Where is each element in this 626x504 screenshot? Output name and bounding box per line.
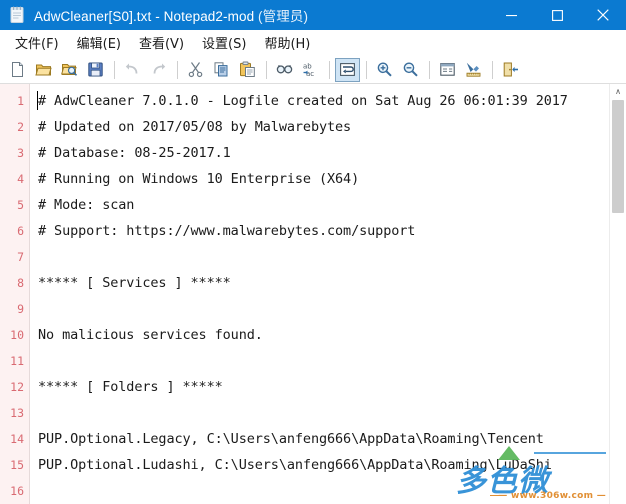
menu-settings[interactable]: 设置(S)	[193, 31, 255, 54]
minimize-icon	[505, 14, 517, 16]
toolbar-separator	[429, 60, 430, 79]
title-bar[interactable]: AdwCleaner[S0].txt - Notepad2-mod (管理员)	[0, 0, 626, 30]
code-line: # AdwCleaner 7.0.1.0 - Logfile created o…	[38, 93, 568, 109]
line-number: 4	[17, 172, 24, 186]
copy-icon[interactable]	[209, 58, 234, 82]
text-caret	[37, 91, 38, 110]
toolbar-separator	[177, 60, 178, 79]
menu-view[interactable]: 查看(V)	[130, 31, 193, 54]
line-number: 11	[10, 354, 24, 368]
line-number: 8	[17, 276, 24, 290]
menu-help[interactable]: 帮助(H)	[255, 31, 319, 54]
customize-icon[interactable]	[461, 58, 486, 82]
minimize-button[interactable]	[488, 0, 534, 30]
line-number: 15	[10, 458, 24, 472]
close-button[interactable]	[580, 0, 626, 30]
line-number: 14	[10, 432, 24, 446]
text-content[interactable]: # AdwCleaner 7.0.1.0 - Logfile created o…	[30, 84, 609, 504]
line-number: 2	[17, 120, 24, 134]
notepad2-window: AdwCleaner[S0].txt - Notepad2-mod (管理员) …	[0, 0, 626, 504]
line-number: 1	[17, 94, 24, 108]
code-line: # Updated on 2017/05/08 by Malwarebytes	[38, 119, 352, 135]
line-number: 13	[10, 406, 24, 420]
title-appname: Notepad2-mod	[163, 9, 255, 24]
line-number: 9	[17, 302, 24, 316]
code-line: PUP.Optional.Ludashi, C:\Users\anfeng666…	[38, 457, 552, 473]
new-file-icon[interactable]	[5, 58, 30, 82]
browse-file-icon[interactable]	[57, 58, 82, 82]
line-number: 12	[10, 380, 24, 394]
code-line: # Support: https://www.malwarebytes.com/…	[38, 223, 416, 239]
line-number: 10	[10, 328, 24, 342]
scheme-icon[interactable]	[435, 58, 460, 82]
maximize-button[interactable]	[534, 0, 580, 30]
exit-icon[interactable]	[498, 58, 523, 82]
toolbar-separator	[329, 60, 330, 79]
notepad-icon	[8, 6, 26, 24]
close-icon	[597, 9, 609, 21]
menu-edit[interactable]: 编辑(E)	[68, 31, 130, 54]
line-number: 7	[17, 250, 24, 264]
scrollbar-thumb[interactable]	[612, 100, 624, 213]
zoom-in-icon[interactable]	[372, 58, 397, 82]
code-line: # Database: 08-25-2017.1	[38, 145, 231, 161]
title-admin-badge: (管理员)	[258, 9, 309, 24]
line-number: 5	[17, 198, 24, 212]
undo-icon[interactable]	[120, 58, 145, 82]
line-number: 16	[10, 484, 24, 498]
save-icon[interactable]	[83, 58, 108, 82]
editor-area[interactable]: 1 2 3 4 5 6 7 8 9 10 11 12 13 14 15 16 1…	[0, 84, 626, 504]
open-folder-icon[interactable]	[31, 58, 56, 82]
window-title: AdwCleaner[S0].txt - Notepad2-mod (管理员)	[34, 5, 488, 25]
toolbar: ab ac	[0, 56, 626, 84]
toolbar-separator	[266, 60, 267, 79]
code-line: PUP.Optional.Legacy, C:\Users\anfeng666\…	[38, 431, 544, 447]
find-icon[interactable]	[272, 58, 297, 82]
redo-icon[interactable]	[146, 58, 171, 82]
word-wrap-icon[interactable]	[335, 57, 360, 82]
title-separator: -	[151, 9, 164, 24]
code-line: ***** [ Folders ] *****	[38, 379, 223, 395]
code-line: No malicious services found.	[38, 327, 263, 343]
line-number: 3	[17, 146, 24, 160]
title-filename: AdwCleaner[S0].txt	[34, 9, 152, 24]
code-line: # Mode: scan	[38, 197, 135, 213]
code-line: # Running on Windows 10 Enterprise (X64)	[38, 171, 360, 187]
window-controls	[488, 0, 626, 30]
menu-file[interactable]: 文件(F)	[6, 31, 68, 54]
zoom-out-icon[interactable]	[398, 58, 423, 82]
scroll-up-arrow-icon[interactable]: ∧	[610, 84, 626, 99]
menu-bar: 文件(F) 编辑(E) 查看(V) 设置(S) 帮助(H)	[0, 30, 626, 56]
replace-icon[interactable]: ab ac	[298, 58, 323, 82]
code-line: ***** [ Services ] *****	[38, 275, 231, 291]
maximize-icon	[551, 9, 563, 21]
toolbar-separator	[492, 60, 493, 79]
vertical-scrollbar[interactable]: ∧	[609, 84, 626, 504]
toolbar-separator	[114, 60, 115, 79]
line-number: 6	[17, 224, 24, 238]
toolbar-separator	[366, 60, 367, 79]
line-number-gutter: 1 2 3 4 5 6 7 8 9 10 11 12 13 14 15 16 1…	[0, 84, 30, 504]
paste-icon[interactable]	[235, 58, 260, 82]
cut-icon[interactable]	[183, 58, 208, 82]
